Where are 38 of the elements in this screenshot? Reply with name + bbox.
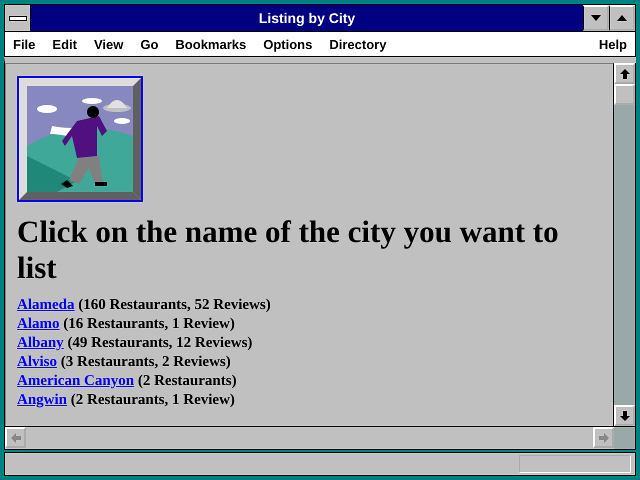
horizontal-scrollbar[interactable] xyxy=(5,427,614,449)
right-arrow-icon xyxy=(598,432,608,442)
scrollbar-corner xyxy=(614,427,635,449)
city-info: (2 Restaurants, 1 Review) xyxy=(70,392,235,408)
city-link[interactable]: Albany xyxy=(17,335,64,351)
city-info: (49 Restaurants, 12 Reviews) xyxy=(67,335,252,351)
up-triangle-icon xyxy=(616,15,626,21)
menu-item[interactable]: Options xyxy=(263,36,312,52)
up-arrow-icon xyxy=(620,68,630,78)
city-info: (160 Restaurants, 52 Reviews) xyxy=(78,297,271,313)
city-link[interactable]: Alviso xyxy=(17,354,58,370)
city-info: (3 Restaurants, 2 Reviews) xyxy=(60,354,231,370)
down-arrow-icon xyxy=(620,410,630,420)
down-triangle-icon xyxy=(590,15,600,21)
menu-item[interactable]: Help xyxy=(598,36,627,52)
scroll-left-button[interactable] xyxy=(5,427,26,448)
menu-item[interactable]: Directory xyxy=(329,36,386,52)
menu-item[interactable]: Edit xyxy=(52,36,77,52)
city-info: (16 Restaurants, 1 Review) xyxy=(63,316,235,332)
city-link[interactable]: Alameda xyxy=(17,297,74,313)
menu-item[interactable]: View xyxy=(94,36,124,52)
page-heading: Click on the name of the city you want to list xyxy=(17,214,560,286)
city-link[interactable]: Alamo xyxy=(17,316,60,332)
scroll-down-button[interactable] xyxy=(614,405,635,426)
menu-item[interactable]: File xyxy=(13,36,36,52)
left-arrow-icon xyxy=(10,432,20,442)
system-menu-button[interactable] xyxy=(5,5,31,31)
window-title: Listing by City xyxy=(258,9,356,28)
scroll-thumb[interactable] xyxy=(614,84,635,105)
menu-item[interactable]: Bookmarks xyxy=(175,36,246,52)
menu-item[interactable]: Go xyxy=(140,36,158,52)
maximize-button[interactable] xyxy=(609,5,635,31)
minimize-button[interactable] xyxy=(583,5,609,31)
city-link[interactable]: Angwin xyxy=(17,392,68,408)
scroll-up-button[interactable] xyxy=(614,63,635,84)
vertical-scrollbar[interactable] xyxy=(614,63,636,426)
city-info: (2 Restaurants) xyxy=(138,373,237,389)
city-link[interactable]: American Canyon xyxy=(17,373,134,389)
